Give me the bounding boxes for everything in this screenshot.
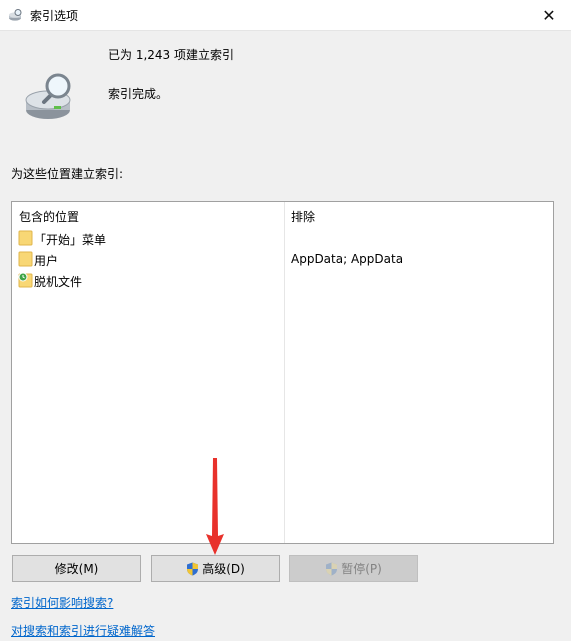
troubleshoot-search-link[interactable]: 对搜索和索引进行疑难解答 [11, 622, 155, 639]
list-item[interactable]: 脱机文件 [12, 270, 553, 291]
red-arrow-annotation [206, 458, 224, 555]
advanced-button-label: 高级(D) [202, 562, 245, 576]
folder-icon [18, 251, 33, 267]
locations-label: 为这些位置建立索引: [11, 167, 124, 181]
indexed-locations-list[interactable]: 包含的位置 排除 「开始」菜单 用户 AppData; AppData 脱机文件 [11, 201, 554, 544]
location-label: 用户 [34, 254, 59, 268]
how-indexing-affects-search-link[interactable]: 索引如何影响搜索? [11, 594, 113, 611]
title-bar: 索引选项 ✕ [0, 0, 571, 31]
indexing-hero-icon [25, 73, 71, 119]
uac-shield-icon [187, 562, 199, 575]
indexing-status-text: 索引完成。 [108, 87, 169, 101]
pause-button-label: 暂停(P) [341, 562, 382, 576]
window-title: 索引选项 [30, 9, 79, 23]
exclusion-label: AppData; AppData [291, 252, 404, 266]
column-header-excluded[interactable]: 排除 [291, 208, 315, 225]
modify-button[interactable]: 修改(M) [12, 555, 141, 582]
location-label: 脱机文件 [34, 275, 83, 289]
modify-button-label: 修改(M) [54, 562, 99, 576]
close-icon: ✕ [542, 5, 556, 25]
advanced-button[interactable]: 高级(D) [151, 555, 280, 582]
offline-files-icon [18, 272, 33, 288]
column-header-included[interactable]: 包含的位置 [19, 208, 79, 225]
folder-icon [18, 230, 33, 246]
list-item[interactable]: 用户 AppData; AppData [12, 249, 553, 270]
pause-button[interactable]: 暂停(P) [289, 555, 418, 582]
list-item[interactable]: 「开始」菜单 [12, 228, 553, 249]
uac-shield-icon [326, 562, 338, 575]
location-label: 「开始」菜单 [34, 233, 107, 247]
close-button[interactable]: ✕ [527, 0, 571, 30]
indexing-options-icon [9, 9, 22, 21]
indexed-count-text: 已为 1,243 项建立索引 [108, 48, 234, 62]
